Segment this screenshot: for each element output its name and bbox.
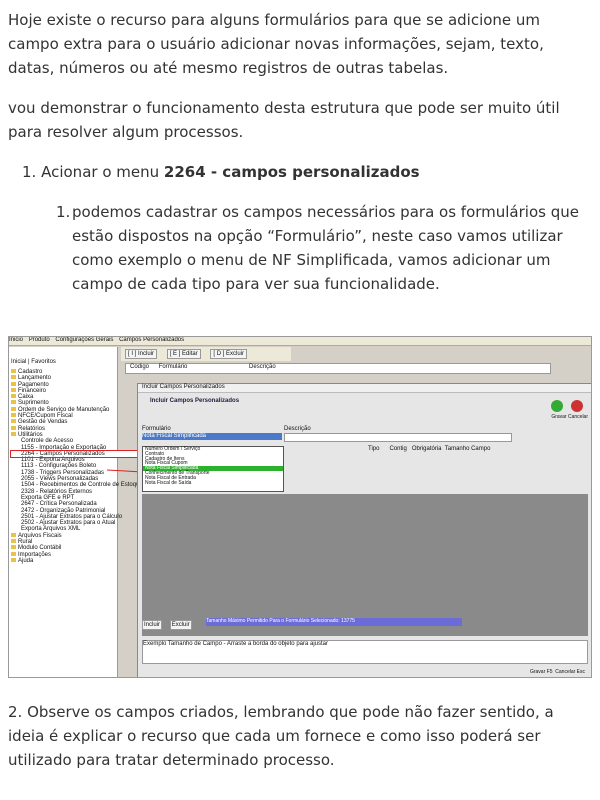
column-headers: Tipo Contig Obrigatória Tamanho Campo [368, 446, 491, 452]
folder-icon [11, 413, 16, 418]
folder-icon [11, 419, 16, 424]
grid-header: Codigo Formulário Descrição [125, 363, 551, 374]
toolbar: [ I ] Incluir [ E ] Editar [ D ] Excluir [121, 347, 291, 361]
menu-name: 2264 - campos personalizados [163, 163, 420, 181]
sublist-number: 1. [56, 203, 71, 221]
left-tab[interactable]: Favoritos [31, 359, 56, 365]
sublist-item-1: 1. podemos cadastrar os campos necessári… [56, 200, 592, 296]
cancelar-label: Cancelar [567, 414, 588, 420]
folder-icon [11, 375, 16, 380]
incluir-button[interactable]: [ I ] Incluir [125, 349, 158, 359]
list-text: Acionar o menu [41, 163, 164, 181]
example-note-box: Exemplo Tamanho de Campo - Arraste a bor… [142, 640, 588, 664]
sublist-text: podemos cadastrar os campos necessários … [72, 203, 579, 293]
dialog-actions: Gravar Cancelar [551, 400, 588, 420]
desc-label: Descrição [284, 426, 311, 432]
app-screenshot: Inicio Produto Configurações Gerais Camp… [8, 336, 592, 678]
list-number: 1. [22, 163, 37, 181]
left-tabs: Inicial | Favoritos [11, 359, 56, 365]
excluir-button[interactable]: [ D ] Excluir [210, 349, 248, 359]
paragraph-demo: vou demonstrar o funcionamento desta est… [8, 99, 560, 141]
tab[interactable]: Campos Personalizados [119, 337, 184, 343]
form-dropdown[interactable]: Nota Fiscal Simplificada [142, 433, 282, 440]
tab[interactable]: Configurações Gerais [55, 337, 113, 343]
folder-icon [11, 369, 16, 373]
folder-icon [11, 545, 16, 550]
folder-icon [11, 400, 16, 405]
folder-icon [11, 425, 16, 430]
gravar-label: Gravar [551, 414, 567, 420]
incluir-small-button[interactable]: Incluir [142, 620, 163, 630]
tab[interactable]: Inicio [9, 337, 23, 343]
folder-icon [11, 431, 16, 436]
tab[interactable]: Produto [29, 337, 50, 343]
folder-icon [11, 387, 16, 392]
check-icon[interactable] [551, 400, 564, 412]
left-tab[interactable]: Inicial [11, 359, 26, 365]
max-size-bar: Tamanho Máximo Permitido Para o Formulár… [206, 618, 462, 626]
description-input[interactable] [284, 433, 512, 442]
tree-item[interactable]: Ajuda [11, 557, 143, 564]
folder-icon [11, 406, 16, 411]
editar-button[interactable]: [ E ] Editar [166, 349, 201, 359]
dialog-heading: Incluir Campos Personalizados [150, 398, 240, 404]
paragraph-intro: Hoje existe o recurso para alguns formul… [8, 11, 544, 77]
paragraph-observe: 2. Observe os campos criados, lembrando … [8, 703, 554, 769]
form-options-list[interactable]: Número Ordem / Serviço Contrato Cadastro… [142, 446, 284, 492]
form-label: Formulário [142, 426, 171, 432]
footer-shortcuts: Gravar F5 Cancelar Esc [529, 669, 585, 675]
folder-icon [11, 539, 16, 544]
cancel-icon[interactable] [570, 400, 583, 412]
folder-icon [11, 532, 16, 537]
example-note: Exemplo Tamanho de Campo - Arraste a bor… [143, 641, 328, 647]
document: Hoje existe o recurso para alguns formul… [0, 0, 600, 800]
dialog-title: Incluir Campos Personalizados [138, 384, 591, 393]
top-tabs: Inicio Produto Configurações Gerais Camp… [9, 337, 591, 346]
folder-icon [11, 394, 16, 399]
include-dialog: Incluir Campos Personalizados Incluir Ca… [137, 383, 591, 677]
folder-icon [11, 381, 16, 386]
folder-icon [11, 551, 16, 556]
folder-icon [11, 557, 16, 562]
list-option[interactable]: Nota Fiscal de Saída [143, 480, 283, 486]
bottom-buttons: Incluir Excluir [142, 620, 192, 630]
list-item-1: 1. Acionar o menu 2264 - campos personal… [22, 160, 592, 184]
left-panel: Inicial | Favoritos Cadastro Lançamento … [9, 347, 144, 677]
fields-grid [142, 494, 588, 636]
excluir-small-button[interactable]: Excluir [169, 620, 192, 630]
